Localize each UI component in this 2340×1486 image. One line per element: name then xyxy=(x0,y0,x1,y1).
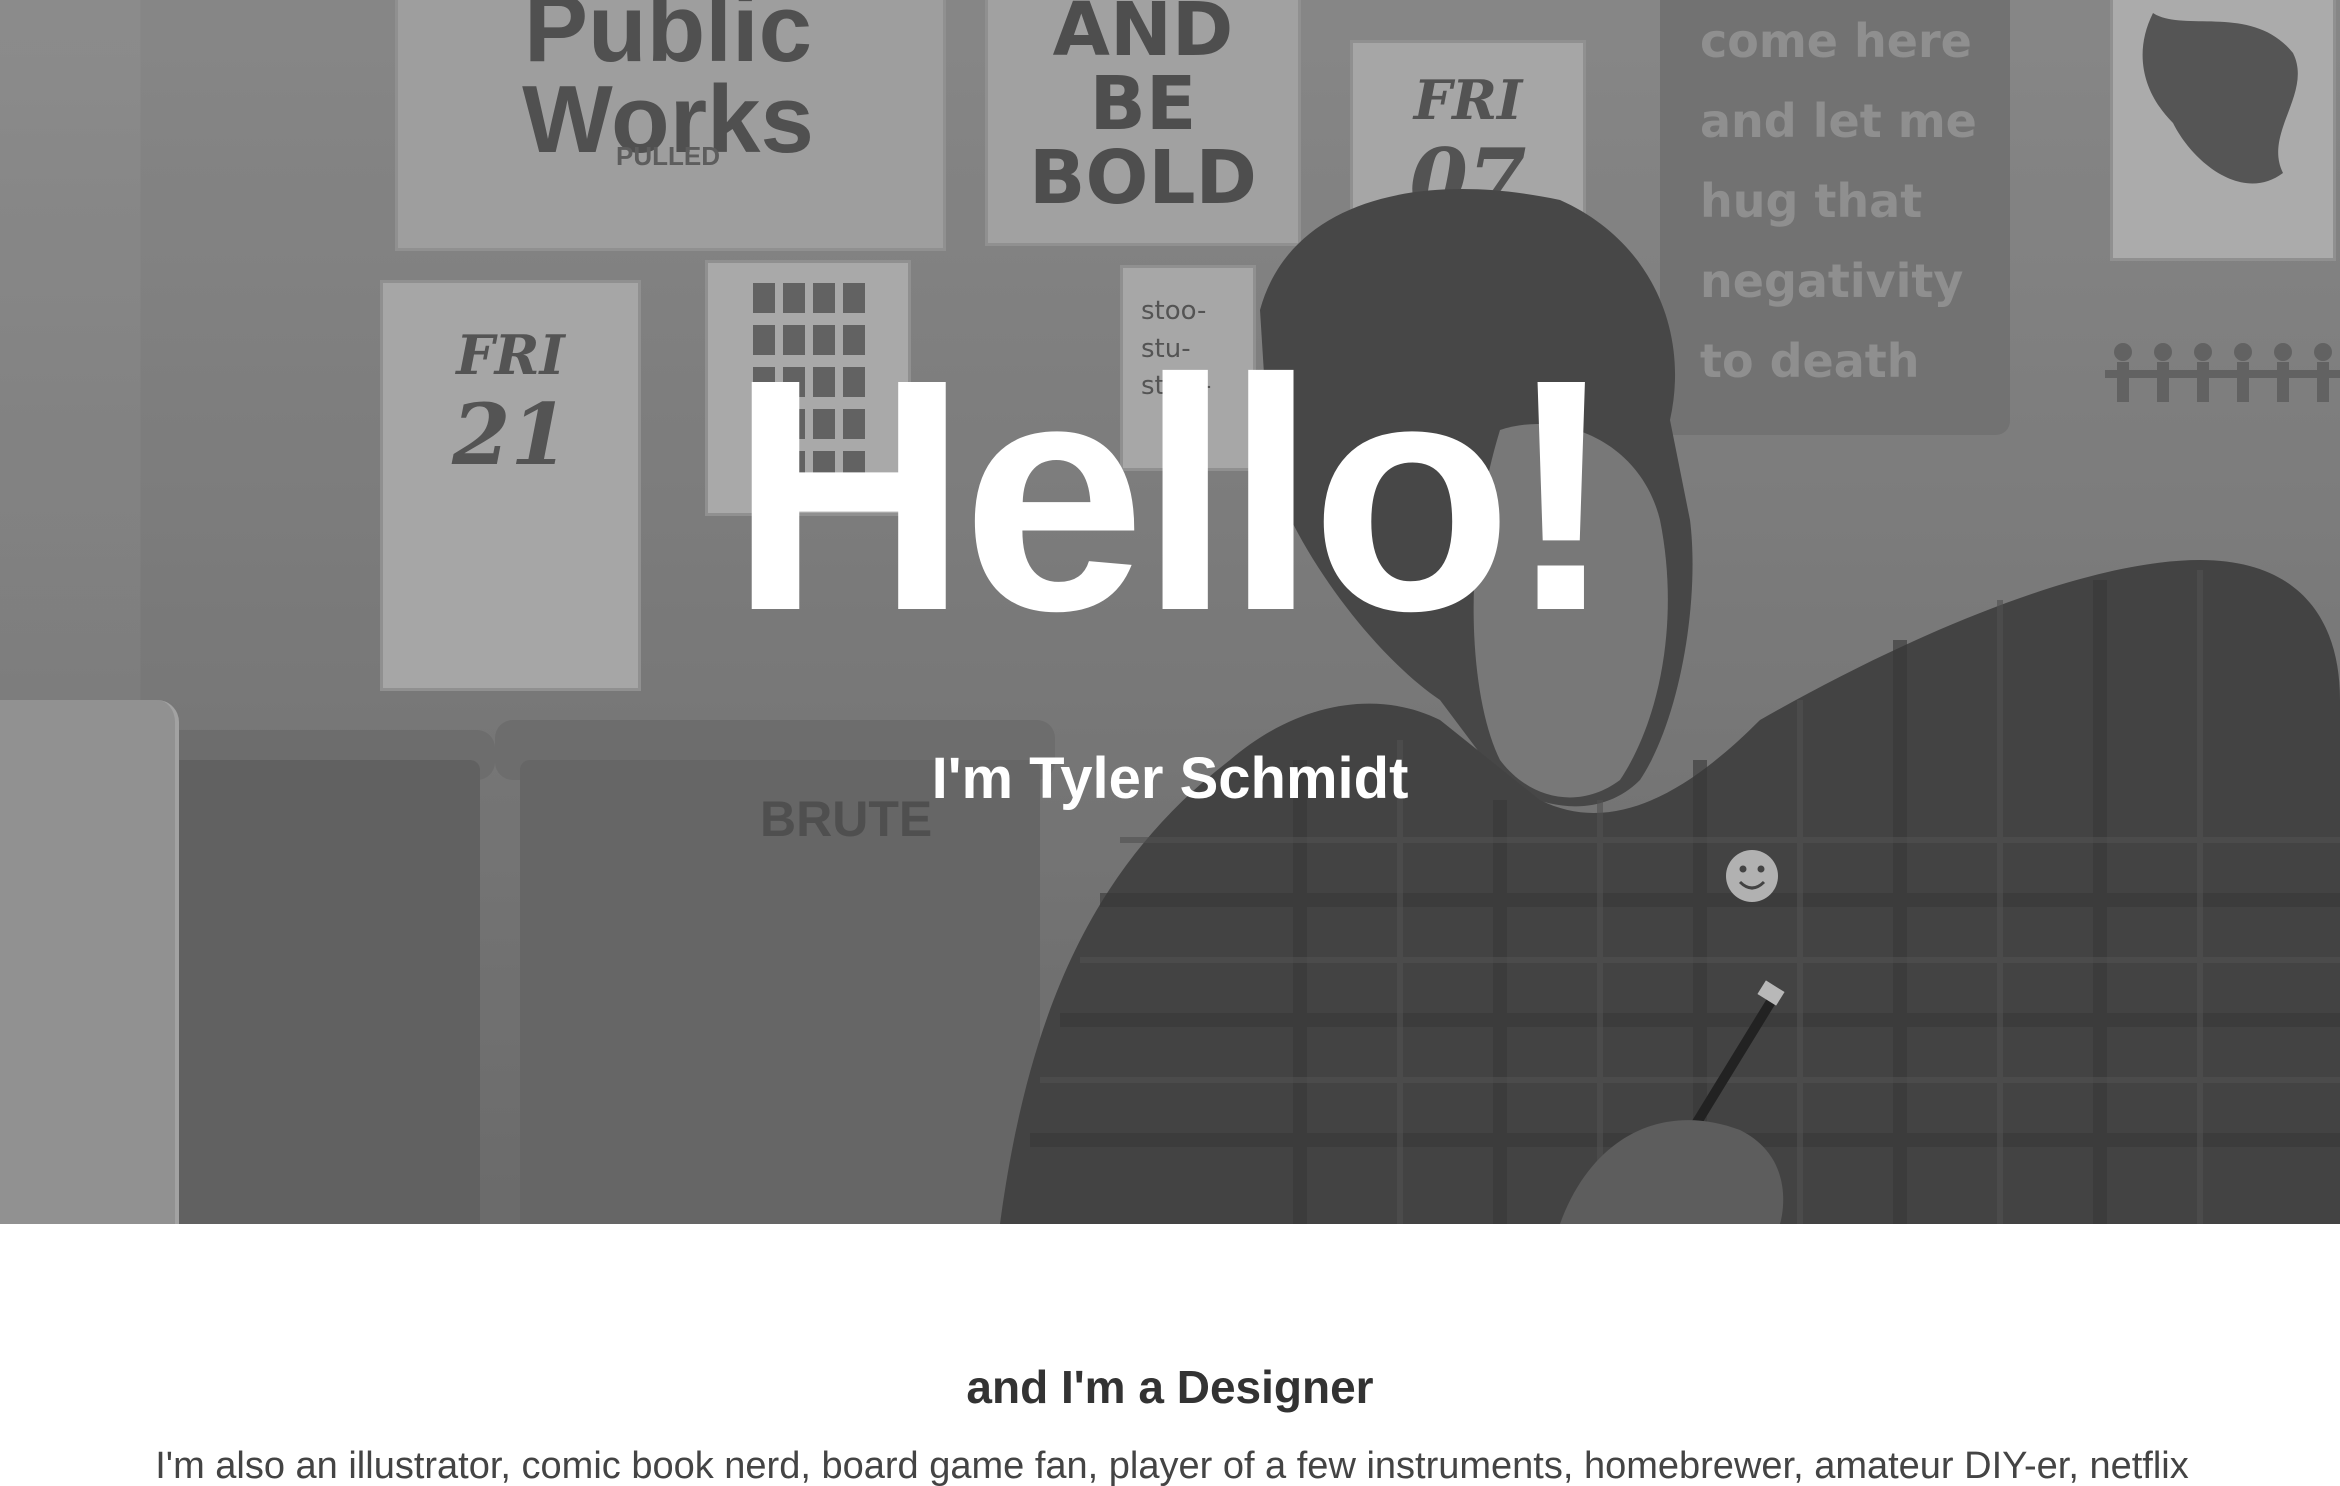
intro-paragraph: I'm also an illustrator, comic book nerd… xyxy=(155,1445,2189,1486)
hero-subtitle: I'm Tyler Schmidt xyxy=(931,746,1409,811)
intro-section: and I'm a Designer I'm also an illustrat… xyxy=(0,1224,2340,1486)
hero-section: Public Works PULLED AND BE BOLD FRI 07 F… xyxy=(0,0,2340,1224)
hero-title: Hello! xyxy=(729,310,1617,679)
page: Public Works PULLED AND BE BOLD FRI 07 F… xyxy=(0,0,2340,1486)
intro-heading: and I'm a Designer xyxy=(966,1361,1374,1413)
